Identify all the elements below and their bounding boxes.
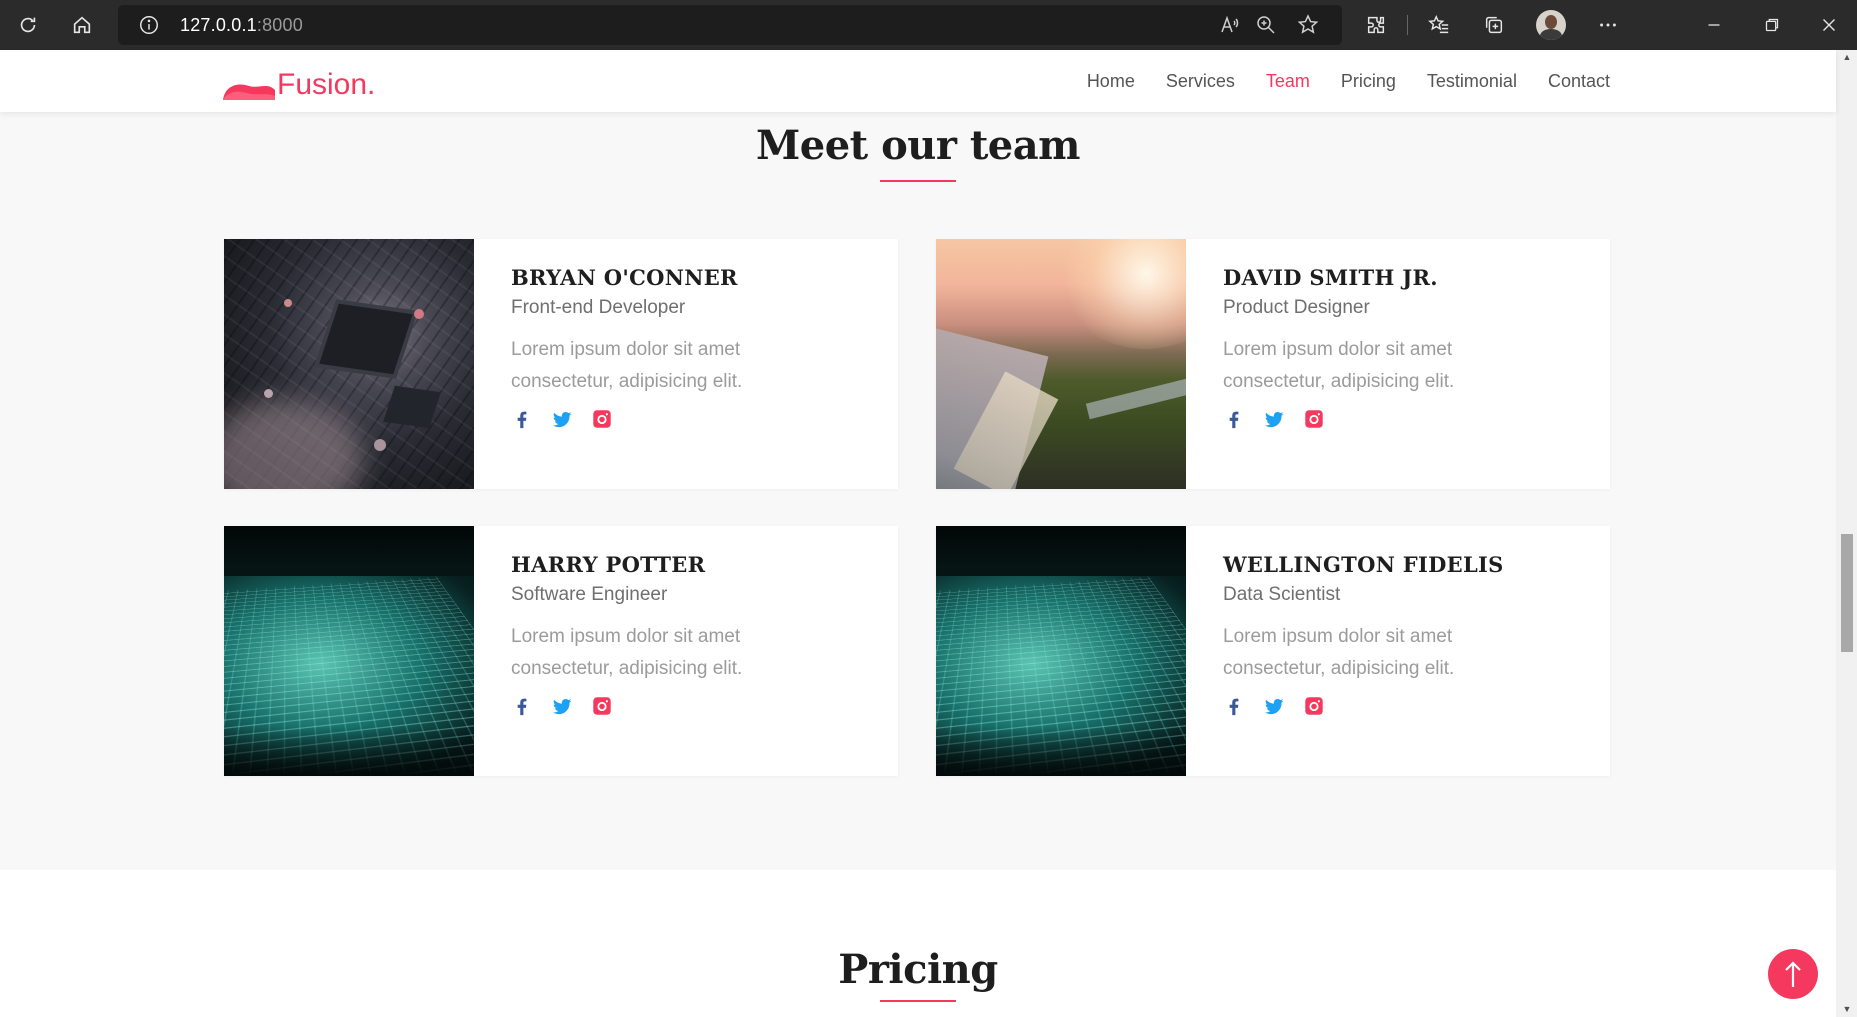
toolbar-separator <box>1407 15 1408 35</box>
nav-link-services[interactable]: Services <box>1166 70 1235 92</box>
member-description: Lorem ipsum dolor sit amet consectetur, … <box>1223 626 1455 679</box>
member-name: WELLINGTON FIDELIS <box>1223 552 1504 577</box>
pricing-section <box>0 870 1836 1017</box>
close-icon[interactable] <box>1811 7 1847 43</box>
scrollbar-thumb[interactable] <box>1841 534 1853 652</box>
profile-avatar[interactable] <box>1536 10 1566 40</box>
nav-link-pricing[interactable]: Pricing <box>1341 70 1396 92</box>
address-bar[interactable]: 127.0.0.1:8000 <box>118 5 1342 45</box>
minimize-icon[interactable] <box>1696 7 1732 43</box>
add-favorite-icon[interactable] <box>1296 13 1320 37</box>
team-card-harry: HARRY POTTER Software Engineer Lorem ips… <box>224 526 898 776</box>
collections-icon[interactable] <box>1476 7 1512 43</box>
site-logo[interactable]: Fusion. <box>223 62 375 102</box>
member-role: Product Designer <box>1223 297 1370 318</box>
social-links <box>1223 695 1343 717</box>
instagram-icon[interactable] <box>1303 695 1325 717</box>
site-navbar: Fusion. Home Services Team Pricing Testi… <box>0 50 1836 112</box>
team-title-underline <box>880 180 956 182</box>
browser-toolbar: 127.0.0.1:8000 <box>0 0 1857 50</box>
member-name: HARRY POTTER <box>511 552 706 577</box>
twitter-icon[interactable] <box>1263 408 1285 430</box>
instagram-icon[interactable] <box>1303 408 1325 430</box>
member-description: Lorem ipsum dolor sit amet consectetur, … <box>511 339 743 392</box>
nav-menu: Home Services Team Pricing Testimonial C… <box>1056 70 1610 92</box>
member-description: Lorem ipsum dolor sit amet consectetur, … <box>1223 339 1455 392</box>
twitter-icon[interactable] <box>1263 695 1285 717</box>
page-scrollbar[interactable]: ▲ ▼ <box>1836 50 1857 1017</box>
member-photo <box>936 239 1186 489</box>
social-links <box>1223 408 1343 430</box>
team-section-title: Meet our team <box>755 122 1081 169</box>
member-role: Software Engineer <box>511 584 668 605</box>
url-port: :8000 <box>256 15 303 35</box>
member-photo <box>936 526 1186 776</box>
member-photo <box>224 526 474 776</box>
team-card-david: DAVID SMITH JR. Product Designer Lorem i… <box>936 239 1610 489</box>
scroll-up-arrow-icon[interactable]: ▲ <box>1841 52 1853 62</box>
logo-wave-icon <box>223 84 275 100</box>
restore-icon[interactable] <box>1754 7 1790 43</box>
url-host: 127.0.0.1 <box>180 15 257 35</box>
site-info-icon[interactable] <box>138 14 160 36</box>
favorites-icon[interactable] <box>1421 7 1457 43</box>
refresh-icon[interactable] <box>10 7 46 43</box>
nav-link-testimonial[interactable]: Testimonial <box>1427 70 1517 92</box>
instagram-icon[interactable] <box>591 695 613 717</box>
pricing-section-title: Pricing <box>838 946 998 993</box>
logo-text: Fusion. <box>277 68 376 101</box>
arrow-up-icon <box>1785 961 1801 987</box>
team-card-wellington: WELLINGTON FIDELIS Data Scientist Lorem … <box>936 526 1610 776</box>
facebook-icon[interactable] <box>511 695 533 717</box>
member-name: DAVID SMITH JR. <box>1223 265 1438 290</box>
nav-link-home[interactable]: Home <box>1087 70 1135 92</box>
instagram-icon[interactable] <box>591 408 613 430</box>
nav-link-contact[interactable]: Contact <box>1548 70 1610 92</box>
url-text: 127.0.0.1:8000 <box>180 15 303 36</box>
member-description: Lorem ipsum dolor sit amet consectetur, … <box>511 626 743 679</box>
member-photo <box>224 239 474 489</box>
zoom-icon[interactable] <box>1254 13 1278 37</box>
pricing-title-underline <box>880 1000 956 1002</box>
facebook-icon[interactable] <box>511 408 533 430</box>
more-options-icon[interactable] <box>1590 7 1626 43</box>
twitter-icon[interactable] <box>551 695 573 717</box>
nav-link-team[interactable]: Team <box>1266 70 1310 92</box>
read-aloud-icon[interactable] <box>1218 13 1242 37</box>
social-links <box>511 408 631 430</box>
scroll-down-arrow-icon[interactable]: ▼ <box>1841 1004 1853 1014</box>
member-role: Front-end Developer <box>511 297 686 318</box>
team-card-bryan: BRYAN O'CONNER Front-end Developer Lorem… <box>224 239 898 489</box>
member-name: BRYAN O'CONNER <box>511 265 738 290</box>
back-to-top-button[interactable] <box>1768 949 1818 999</box>
social-links <box>511 695 631 717</box>
facebook-icon[interactable] <box>1223 695 1245 717</box>
home-icon[interactable] <box>64 7 100 43</box>
facebook-icon[interactable] <box>1223 408 1245 430</box>
twitter-icon[interactable] <box>551 408 573 430</box>
extensions-icon[interactable] <box>1358 7 1394 43</box>
member-role: Data Scientist <box>1223 584 1341 605</box>
